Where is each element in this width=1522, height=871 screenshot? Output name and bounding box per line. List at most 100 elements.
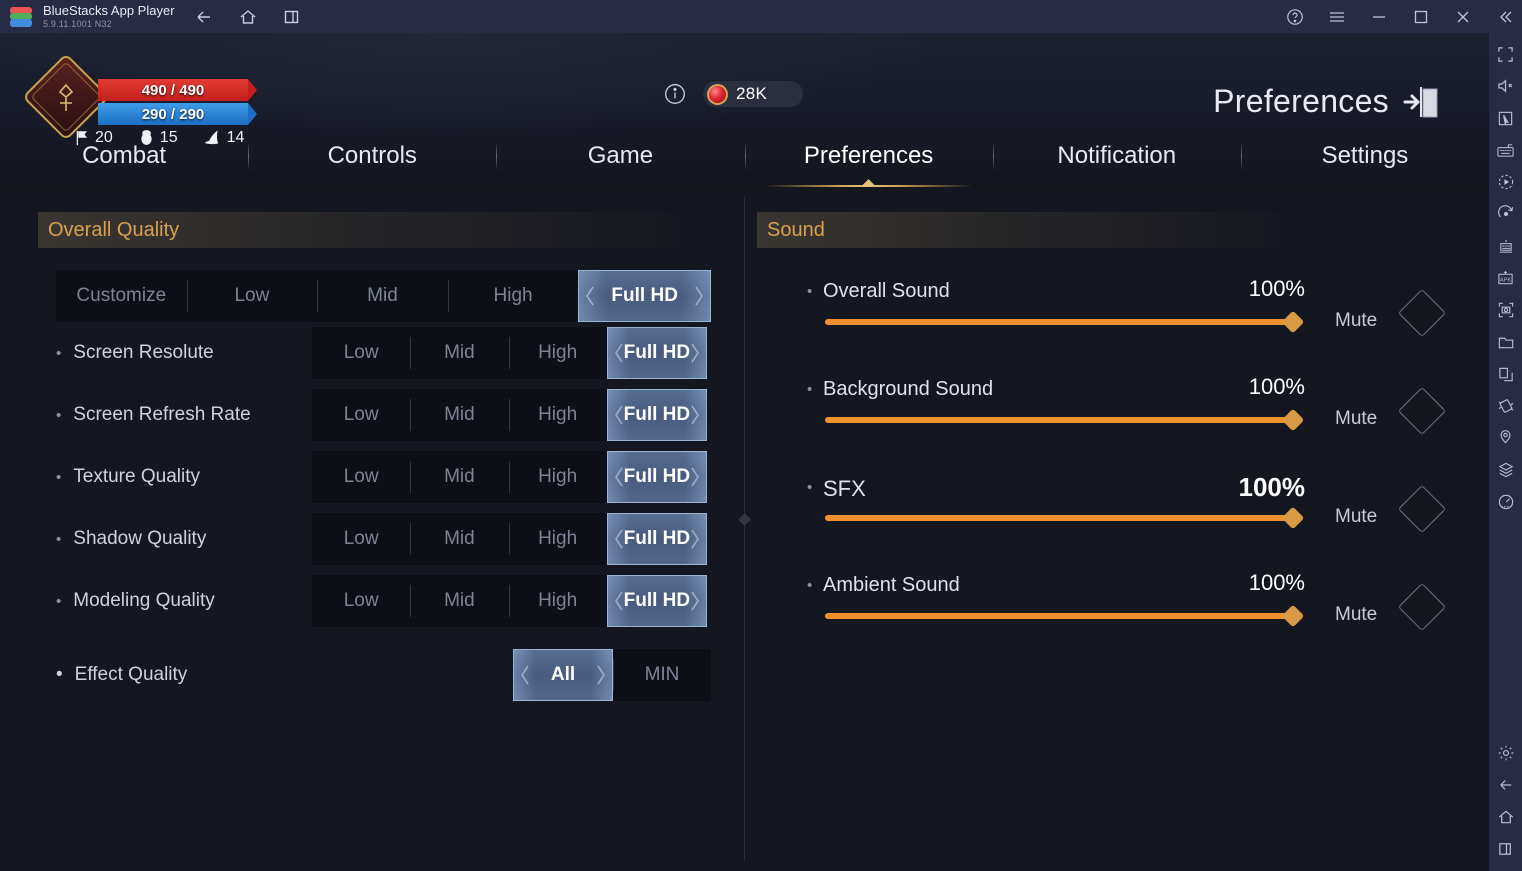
mute-label: Mute [1335,310,1377,332]
folder-icon[interactable] [1489,326,1522,358]
multi-instance-icon[interactable] [1489,230,1522,262]
option-mid[interactable]: Mid [410,451,508,503]
option-full-hd[interactable]: Full HD [607,575,707,627]
bullet-icon: • [807,381,812,398]
back-icon[interactable] [193,6,215,28]
overall-option-customize[interactable]: Customize [56,270,187,322]
option-all[interactable]: All [513,649,613,701]
option-full-hd[interactable]: Full HD [607,327,707,379]
tab-combat[interactable]: Combat [0,125,248,187]
row-modeling-quality: • Modeling Quality Low Mid High Full HD [56,570,711,632]
overall-option-high[interactable]: High [448,270,579,322]
sound-percent: 100% [1215,570,1305,596]
option-mid[interactable]: Mid [410,513,508,565]
ambient-sound-mute-checkbox[interactable] [1398,583,1446,631]
option-full-hd[interactable]: Full HD [607,389,707,441]
row-screen-refresh-rate: • Screen Refresh Rate Low Mid High Full … [56,384,711,446]
close-icon[interactable] [1452,6,1474,28]
tab-game[interactable]: Game [496,125,744,187]
sound-percent: 100% [1215,374,1305,400]
overall-option-full-hd[interactable]: Full HD [578,270,711,322]
segment-label: Customize [76,285,166,307]
option-low[interactable]: Low [312,451,410,503]
segment-label: High [538,590,577,612]
home-icon[interactable] [237,6,259,28]
row-label-text: Texture Quality [73,466,200,488]
apk-install-icon[interactable]: APK [1489,262,1522,294]
option-min[interactable]: MIN [613,649,711,701]
tab-label: Notification [1057,142,1176,170]
currency-badge[interactable]: 28K [703,81,803,107]
row-label: • Screen Resolute [56,342,312,364]
option-full-hd[interactable]: Full HD [607,513,707,565]
recents-icon[interactable] [281,6,303,28]
overall-option-low[interactable]: Low [187,270,318,322]
location-icon[interactable] [1489,422,1522,454]
copy-icon[interactable] [1489,358,1522,390]
sfx-slider[interactable] [825,515,1293,521]
mute-speaker-icon[interactable] [1489,70,1522,102]
titlebar: BlueStacks App Player 5.9.11.1001 N32 [0,0,1522,33]
minimize-icon[interactable] [1368,6,1390,28]
bluestacks-logo-icon [10,5,34,29]
option-low[interactable]: Low [312,389,410,441]
gem-icon [707,84,728,105]
back-icon[interactable] [1489,769,1522,801]
gear-icon[interactable] [1489,737,1522,769]
option-high[interactable]: High [509,327,607,379]
sidebar-bottom-tools [1489,737,1522,865]
rotate-icon[interactable] [1489,198,1522,230]
overall-option-mid[interactable]: Mid [317,270,448,322]
option-mid[interactable]: Mid [410,327,508,379]
option-low[interactable]: Low [312,575,410,627]
maximize-icon[interactable] [1410,6,1432,28]
tab-settings[interactable]: Settings [1241,125,1489,187]
segment-label: Mid [444,342,475,364]
mute-label: Mute [1335,408,1377,430]
option-low[interactable]: Low [312,327,410,379]
exit-door-icon[interactable] [1397,83,1441,121]
option-mid[interactable]: Mid [410,575,508,627]
home-icon[interactable] [1489,801,1522,833]
sound-label: Background Sound [823,378,993,401]
overall-quality-header: Overall Quality [38,212,728,248]
screenshot-icon[interactable] [1489,294,1522,326]
overall-sound-slider[interactable] [825,319,1293,325]
background-sound-mute-checkbox[interactable] [1398,387,1446,435]
option-high[interactable]: High [509,451,607,503]
option-high[interactable]: High [509,575,607,627]
help-icon[interactable] [1284,6,1306,28]
option-high[interactable]: High [509,389,607,441]
shake-icon[interactable] [1489,390,1522,422]
background-sound-slider[interactable] [825,417,1293,423]
tab-notification[interactable]: Notification [993,125,1241,187]
info-icon[interactable] [663,82,687,106]
row-label: • Texture Quality [56,466,312,488]
layers-icon[interactable] [1489,454,1522,486]
record-icon[interactable] [1489,166,1522,198]
sound-label: Overall Sound [823,280,950,303]
fullscreen-icon[interactable] [1489,38,1522,70]
segment-label: All [551,664,575,686]
keyboard-icon[interactable] [1489,134,1522,166]
sidebar-top-tools: APK [1489,38,1522,518]
segment-label: Full HD [624,404,691,426]
ambient-sound-slider[interactable] [825,613,1293,619]
overall-sound-mute-checkbox[interactable] [1398,289,1446,337]
tab-preferences[interactable]: Preferences [745,125,993,187]
segment-label: Full HD [624,342,691,364]
sound-row-background: • Background Sound 100% Mute [775,372,1445,470]
option-high[interactable]: High [509,513,607,565]
menu-icon[interactable] [1326,6,1348,28]
segment-label: Full HD [624,590,691,612]
option-full-hd[interactable]: Full HD [607,451,707,503]
tab-controls[interactable]: Controls [248,125,496,187]
collapse-sidebar-icon[interactable] [1494,6,1516,28]
meter-icon[interactable] [1489,486,1522,518]
sound-panel: Sound • Overall Sound 100% Mute • Bac [745,187,1489,871]
option-mid[interactable]: Mid [410,389,508,441]
recents-icon[interactable] [1489,833,1522,865]
option-low[interactable]: Low [312,513,410,565]
sfx-mute-checkbox[interactable] [1398,485,1446,533]
cursor-icon[interactable] [1489,102,1522,134]
